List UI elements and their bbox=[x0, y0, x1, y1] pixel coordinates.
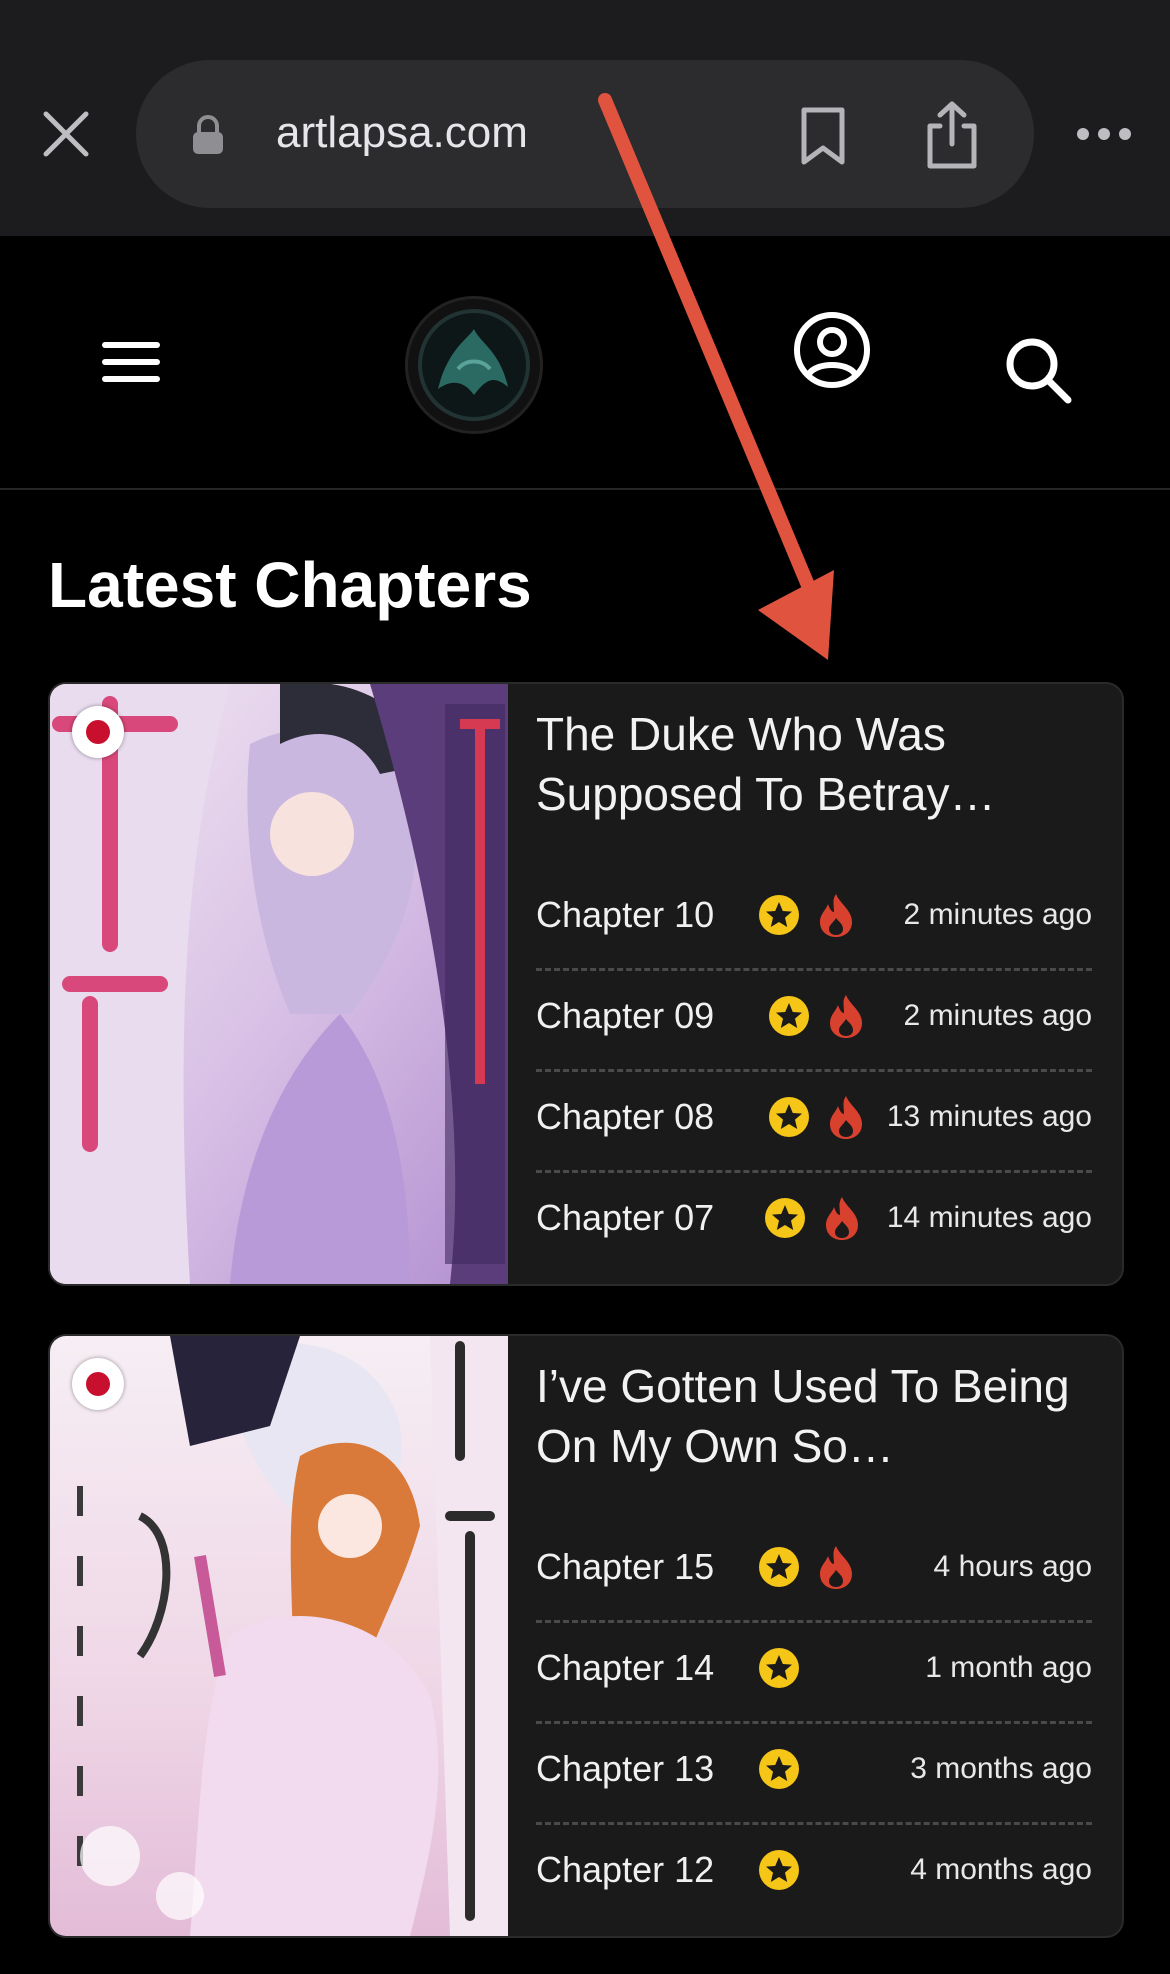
star-icon bbox=[759, 895, 799, 935]
chapter-row[interactable]: Chapter 10 2 minutes ago bbox=[536, 872, 1092, 971]
star-icon bbox=[759, 1648, 799, 1688]
chapter-time: 4 months ago bbox=[910, 1853, 1092, 1886]
chapter-label[interactable]: Chapter 15 bbox=[536, 1542, 714, 1592]
fire-icon bbox=[830, 995, 862, 1038]
logo-emblem-icon bbox=[418, 309, 530, 421]
star-icon bbox=[759, 1547, 799, 1587]
fire-icon bbox=[820, 1546, 852, 1589]
chapter-label[interactable]: Chapter 07 bbox=[536, 1193, 714, 1243]
japan-flag-icon bbox=[72, 1358, 124, 1410]
chapter-time: 13 minutes ago bbox=[886, 1100, 1092, 1133]
star-icon bbox=[769, 1097, 809, 1137]
search-icon[interactable] bbox=[1002, 334, 1074, 406]
chapter-label[interactable]: Chapter 12 bbox=[536, 1845, 714, 1895]
url-text[interactable]: artlapsa.com bbox=[276, 100, 528, 166]
site-logo[interactable] bbox=[405, 296, 543, 434]
account-icon[interactable] bbox=[792, 310, 872, 390]
chapter-row[interactable]: Chapter 14 1 month ago bbox=[536, 1625, 1092, 1724]
cover-art-image bbox=[50, 1336, 508, 1936]
browser-toolbar: artlapsa.com bbox=[0, 0, 1170, 236]
chapter-label[interactable]: Chapter 13 bbox=[536, 1744, 714, 1794]
fire-icon bbox=[830, 1096, 862, 1139]
chapter-row[interactable]: Chapter 15 4 hours ago bbox=[536, 1524, 1092, 1623]
chapter-row[interactable]: Chapter 07 14 minutes ago bbox=[536, 1175, 1092, 1271]
chapter-row[interactable]: Chapter 12 4 months ago bbox=[536, 1827, 1092, 1923]
series-title[interactable]: The Duke Who Was Supposed To Betray… bbox=[536, 704, 1096, 824]
bookmark-icon[interactable] bbox=[798, 106, 848, 166]
chapter-label[interactable]: Chapter 10 bbox=[536, 890, 714, 940]
star-icon bbox=[765, 1198, 805, 1238]
section-title: Latest Chapters bbox=[48, 549, 532, 621]
chapter-label[interactable]: Chapter 14 bbox=[536, 1643, 714, 1693]
more-icon[interactable] bbox=[1076, 122, 1132, 146]
chapter-label[interactable]: Chapter 09 bbox=[536, 991, 714, 1041]
series-cover[interactable] bbox=[50, 684, 508, 1284]
chapter-time: 1 month ago bbox=[925, 1651, 1092, 1684]
chapter-row[interactable]: Chapter 09 2 minutes ago bbox=[536, 973, 1092, 1072]
chapter-time: 14 minutes ago bbox=[886, 1201, 1092, 1234]
chapter-list: Chapter 10 2 minutes ago Chapter 09 2 mi… bbox=[536, 872, 1092, 1273]
chapter-time: 2 minutes ago bbox=[903, 999, 1092, 1032]
chapter-row[interactable]: Chapter 08 13 minutes ago bbox=[536, 1074, 1092, 1173]
series-cover[interactable] bbox=[50, 1336, 508, 1936]
menu-icon[interactable] bbox=[102, 340, 160, 384]
chapter-time: 2 minutes ago bbox=[903, 898, 1092, 931]
series-card[interactable]: I’ve Gotten Used To Being On My Own So… … bbox=[48, 1334, 1124, 1938]
fire-icon bbox=[820, 894, 852, 937]
series-card[interactable]: The Duke Who Was Supposed To Betray… Cha… bbox=[48, 682, 1124, 1286]
star-icon bbox=[759, 1749, 799, 1789]
japan-flag-icon bbox=[72, 706, 124, 758]
chapter-label[interactable]: Chapter 08 bbox=[536, 1092, 714, 1142]
share-icon[interactable] bbox=[922, 100, 982, 170]
fire-icon bbox=[826, 1197, 858, 1240]
address-bar[interactable]: artlapsa.com bbox=[136, 60, 1034, 208]
series-title[interactable]: I’ve Gotten Used To Being On My Own So… bbox=[536, 1356, 1096, 1476]
chapter-time: 4 hours ago bbox=[933, 1550, 1092, 1583]
star-icon bbox=[769, 996, 809, 1036]
star-icon bbox=[759, 1850, 799, 1890]
chapter-time: 3 months ago bbox=[910, 1752, 1092, 1785]
chapter-list: Chapter 15 4 hours ago Chapter 14 1 mont… bbox=[536, 1524, 1092, 1925]
lock-icon bbox=[193, 115, 223, 154]
chapter-row[interactable]: Chapter 13 3 months ago bbox=[536, 1726, 1092, 1825]
site-header bbox=[0, 236, 1170, 490]
close-icon[interactable] bbox=[38, 106, 94, 162]
cover-art-image bbox=[50, 684, 508, 1284]
